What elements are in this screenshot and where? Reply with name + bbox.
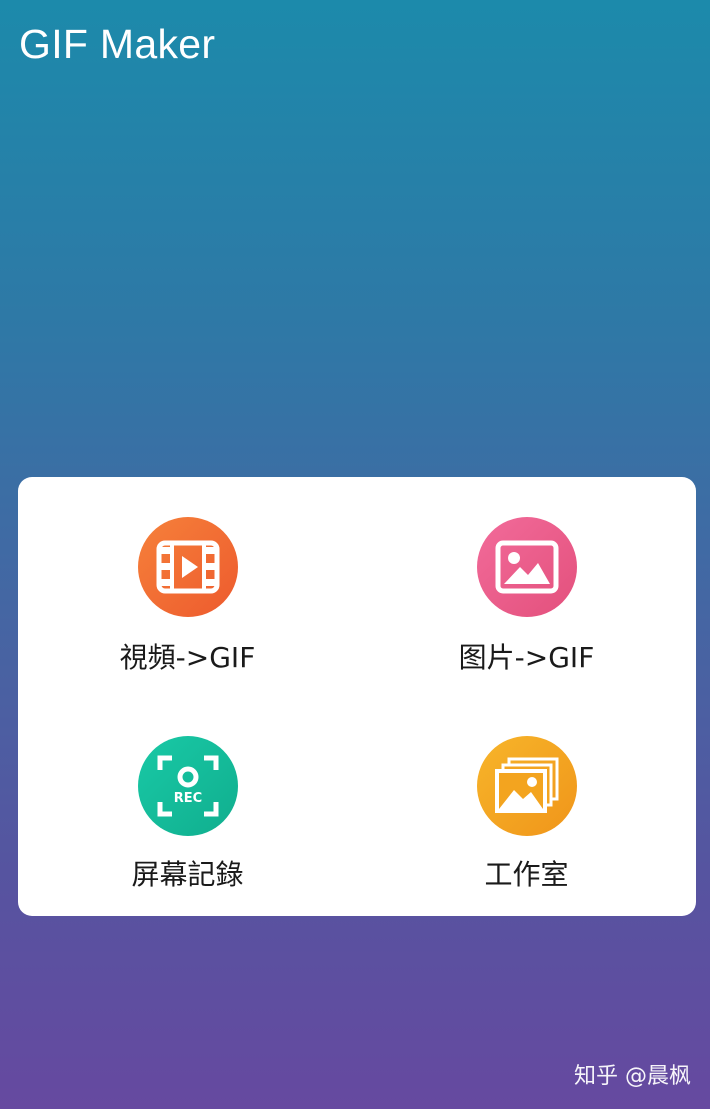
video-to-gif-button[interactable]: 視頻->GIF (18, 477, 357, 696)
screen-record-label: 屏幕記錄 (131, 858, 244, 891)
studio-label: 工作室 (484, 858, 569, 891)
image-to-gif-button[interactable]: 图片->GIF (357, 477, 696, 696)
feature-menu-card: 視頻->GIF 图片->GIF REC 屏幕記錄 工作室 (18, 477, 696, 916)
image-to-gif-label: 图片->GIF (458, 641, 595, 674)
app-title: GIF Maker (19, 21, 216, 67)
screen-record-button[interactable]: REC 屏幕記錄 (18, 696, 357, 915)
svg-text:REC: REC (173, 791, 201, 806)
screen-record-icon: REC (137, 736, 238, 836)
image-picture-icon (476, 517, 577, 617)
watermark-text: 知乎 @晨枫 (574, 1064, 691, 1089)
video-film-icon (137, 517, 238, 617)
studio-gallery-icon (476, 736, 577, 836)
video-to-gif-label: 視頻->GIF (119, 641, 256, 674)
studio-button[interactable]: 工作室 (357, 696, 696, 915)
